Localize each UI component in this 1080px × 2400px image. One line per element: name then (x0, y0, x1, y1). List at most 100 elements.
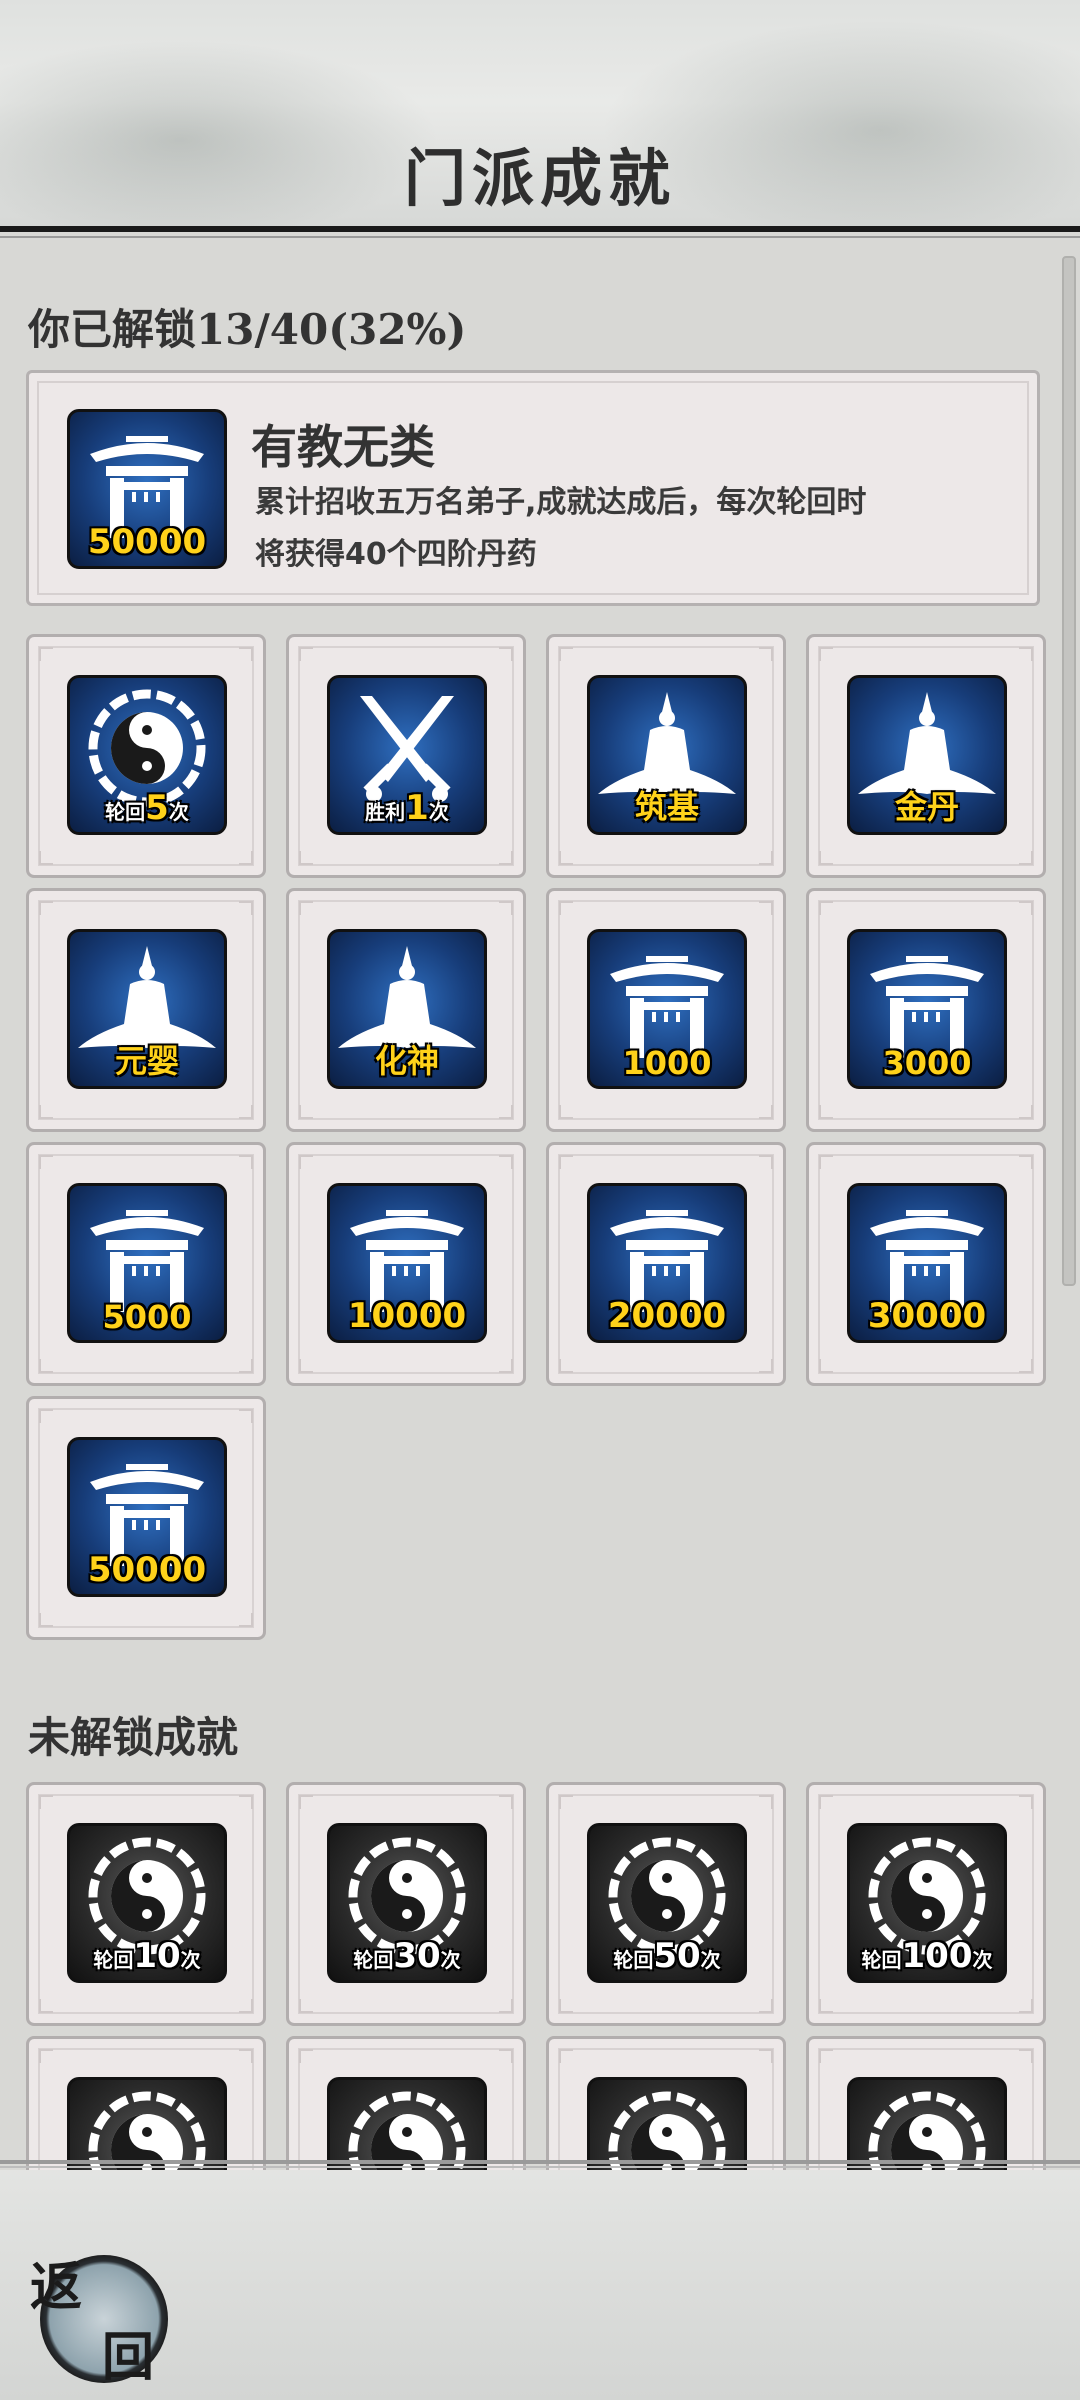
achievement-label: 10000 (347, 1296, 467, 1336)
achievement-label: 轮回50次 (590, 1936, 744, 1976)
unlocked-achievement-tile[interactable]: 筑基 (546, 634, 786, 878)
featured-desc-line1: 累计招收五万名弟子,成就达成后，每次轮回时 (255, 485, 867, 520)
tile-corner-ornament (39, 1155, 53, 1169)
crossed-swords-icon: 胜利1次 (327, 675, 487, 835)
gate-icon: 30000 (847, 1183, 1007, 1343)
tile-corner-ornament (759, 1105, 773, 1119)
tile-corner-ornament (559, 647, 573, 661)
locked-heading: 未解锁成就 (28, 1713, 239, 1762)
cultivator-icon: 化神 (327, 929, 487, 1089)
tile-corner-ornament (39, 1795, 53, 1809)
achievement-label: 20000 (607, 1296, 727, 1336)
tile-corner-ornament (39, 901, 53, 915)
tile-corner-ornament (819, 1795, 833, 1809)
achievement-label: 元婴 (114, 1042, 179, 1080)
achievement-label: 化神 (374, 1042, 439, 1080)
tile-corner-ornament (559, 1155, 573, 1169)
tile-corner-ornament (39, 851, 53, 865)
achievement-label: 轮回30次 (330, 1936, 484, 1976)
tile-corner-ornament (559, 1795, 573, 1809)
gate-icon: 1000 (587, 929, 747, 1089)
unlocked-achievement-tile[interactable]: 胜利1次 (286, 634, 526, 878)
gate-icon: 20000 (587, 1183, 747, 1343)
tile-corner-ornament (39, 647, 53, 661)
tile-corner-ornament (39, 1999, 53, 2013)
achievement-label: 轮回100次 (850, 1936, 1004, 1976)
tile-corner-ornament (239, 1409, 253, 1423)
header-banner: 门派成就 (0, 0, 1080, 228)
tile-corner-ornament (759, 851, 773, 865)
tile-corner-ornament (759, 1359, 773, 1373)
tile-corner-ornament (559, 851, 573, 865)
cultivator-icon: 元婴 (67, 929, 227, 1089)
tile-corner-ornament (819, 647, 833, 661)
tile-corner-ornament (1019, 1155, 1033, 1169)
tile-corner-ornament (239, 1105, 253, 1119)
tile-corner-ornament (499, 1359, 513, 1373)
label-count: 30 (393, 1936, 441, 1976)
label-suffix: 次 (440, 1948, 461, 1972)
achievement-label: 轮回10次 (70, 1936, 224, 1976)
locked-achievement-tile[interactable]: 轮回10次 (26, 1782, 266, 2026)
unlocked-achievement-tile[interactable]: 20000 (546, 1142, 786, 1386)
gate-icon: 3000 (847, 929, 1007, 1089)
label-suffix: 次 (700, 1948, 721, 1972)
tile-corner-ornament (499, 901, 513, 915)
tile-corner-ornament (239, 2049, 253, 2063)
tile-corner-ornament (299, 901, 313, 915)
tile-corner-ornament (819, 851, 833, 865)
tile-corner-ornament (299, 1105, 313, 1119)
page-title: 门派成就 (403, 142, 676, 215)
tile-corner-ornament (559, 2049, 573, 2063)
label-suffix: 次 (180, 1948, 201, 1972)
tile-corner-ornament (39, 1613, 53, 1627)
locked-achievement-tile[interactable]: 轮回30次 (286, 1782, 526, 2026)
tile-corner-ornament (239, 1999, 253, 2013)
tile-corner-ornament (759, 647, 773, 661)
tile-corner-ornament (299, 1359, 313, 1373)
tile-corner-ornament (1019, 2049, 1033, 2063)
achievement-label: 胜利1次 (330, 788, 484, 828)
scrollbar[interactable] (1062, 256, 1076, 1286)
back-button[interactable]: 返 回 (18, 2245, 168, 2390)
unlocked-achievement-tile[interactable]: 轮回5次 (26, 634, 266, 878)
cultivator-icon: 金丹 (847, 675, 1007, 835)
unlocked-achievement-tile[interactable]: 1000 (546, 888, 786, 1132)
footer-divider (0, 2160, 1080, 2164)
tile-corner-ornament (239, 1155, 253, 1169)
tile-corner-ornament (1019, 901, 1033, 915)
gate-icon: 50000 (67, 1437, 227, 1597)
achievement-label: 5000 (102, 1298, 192, 1336)
unlocked-achievement-tile[interactable]: 50000 (26, 1396, 266, 1640)
label-prefix: 轮回 (861, 1948, 902, 1972)
tile-corner-ornament (819, 1105, 833, 1119)
unlocked-achievement-tile[interactable]: 30000 (806, 1142, 1046, 1386)
achievement-label: 50000 (87, 1550, 207, 1590)
unlocked-heading: 你已解锁13/40(32%) (28, 305, 467, 354)
gate-icon: 10000 (327, 1183, 487, 1343)
tile-corner-ornament (819, 1359, 833, 1373)
unlocked-achievement-tile[interactable]: 5000 (26, 1142, 266, 1386)
yin-yang-icon: 轮回50次 (587, 1823, 747, 1983)
yin-yang-icon: 轮回30次 (327, 1823, 487, 1983)
locked-achievement-tile[interactable]: 轮回50次 (546, 1782, 786, 2026)
unlocked-achievement-tile[interactable]: 金丹 (806, 634, 1046, 878)
label-suffix: 次 (168, 800, 189, 824)
tile-corner-ornament (819, 1155, 833, 1169)
tile-corner-ornament (499, 2049, 513, 2063)
featured-desc-line2: 将获得40个四阶丹药 (255, 537, 537, 572)
tile-corner-ornament (299, 2049, 313, 2063)
locked-achievement-tile[interactable]: 轮回100次 (806, 1782, 1046, 2026)
footer-divider-thin (0, 2166, 1080, 2168)
label-count: 5 (145, 788, 169, 828)
yin-yang-icon: 轮回100次 (847, 1823, 1007, 1983)
unlocked-achievement-tile[interactable]: 10000 (286, 1142, 526, 1386)
unlocked-achievement-tile[interactable]: 化神 (286, 888, 526, 1132)
unlocked-achievement-tile[interactable]: 3000 (806, 888, 1046, 1132)
achievement-label: 轮回5次 (70, 788, 224, 828)
featured-achievement-card[interactable]: 50000 有教无类 累计招收五万名弟子,成就达成后，每次轮回时 将获得40个四… (26, 370, 1040, 606)
tile-corner-ornament (759, 1999, 773, 2013)
tile-corner-ornament (239, 1359, 253, 1373)
unlocked-achievement-tile[interactable]: 元婴 (26, 888, 266, 1132)
tile-corner-ornament (39, 1409, 53, 1423)
